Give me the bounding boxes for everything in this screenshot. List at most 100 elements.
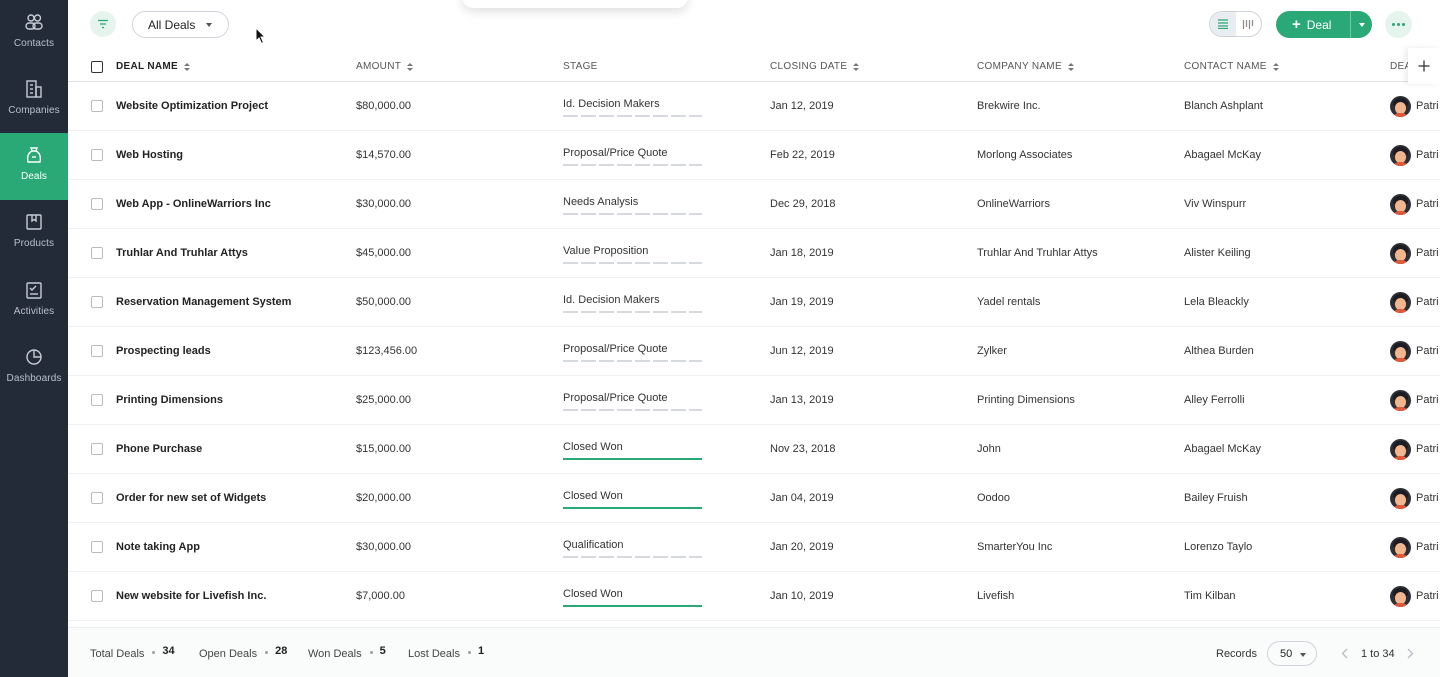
stage-progress-bar — [563, 458, 702, 460]
sidebar-item-dashboards[interactable]: Dashboards — [0, 335, 68, 402]
sidebar-item-companies[interactable]: Companies — [0, 67, 68, 134]
contact-name-link[interactable]: Abagael McKay — [1184, 131, 1261, 179]
row-checkbox[interactable] — [91, 345, 103, 357]
sidebar-item-activities[interactable]: Activities — [0, 268, 68, 335]
closing-date-cell: Jun 12, 2019 — [770, 345, 834, 357]
avatar — [1390, 144, 1411, 166]
row-checkbox[interactable] — [91, 149, 103, 161]
table-row[interactable]: Printing Dimensions $25,000.00 Proposal/Pr… — [68, 376, 1440, 425]
company-name-link[interactable]: Printing Dimensions — [977, 376, 1075, 424]
table-row[interactable]: Web Hosting $14,570.00 Proposal/Price Quot… — [68, 131, 1440, 180]
deal-name-link[interactable]: Prospecting leads — [116, 327, 211, 375]
contact-name-link[interactable]: Abagael McKay — [1184, 425, 1261, 473]
column-header-closing-date[interactable]: CLOSING DATE — [770, 51, 860, 82]
table-row[interactable]: Prospecting leads $123,456.00 Proposal/Pri… — [68, 327, 1440, 376]
table-row[interactable]: Web App - OnlineWarriors Inc $30,000.00 Ne… — [68, 180, 1440, 229]
more-dots-icon — [1397, 23, 1400, 26]
contact-name-link[interactable]: Viv Winspurr — [1184, 180, 1246, 228]
contact-name-link[interactable]: Althea Burden — [1184, 327, 1254, 375]
table-row[interactable]: Truhlar And Truhlar Attys $45,000.00 Value… — [68, 229, 1440, 278]
sidebar-item-label: Companies — [8, 105, 60, 116]
company-name-link[interactable]: Livefish — [977, 572, 1014, 620]
table-row[interactable]: Reservation Management System $50,000.00 I… — [68, 278, 1440, 327]
company-name-link[interactable]: Zylker — [977, 327, 1007, 375]
deal-name-link[interactable]: Printing Dimensions — [116, 376, 223, 424]
contact-name-link[interactable]: Bailey Fruish — [1184, 474, 1248, 522]
row-checkbox[interactable] — [91, 541, 103, 553]
kanban-view-button[interactable] — [1236, 12, 1262, 36]
deal-owner-cell: Patri — [1390, 144, 1439, 166]
closing-date-cell: Jan 12, 2019 — [770, 100, 834, 112]
company-name-link[interactable]: Truhlar And Truhlar Attys — [977, 229, 1098, 277]
company-name-link[interactable]: Oodoo — [977, 474, 1010, 522]
filter-button[interactable] — [90, 11, 116, 37]
company-name-link[interactable]: Morlong Associates — [977, 131, 1072, 179]
deal-name-link[interactable]: New website for Livefish Inc. — [116, 572, 266, 620]
deal-name-link[interactable]: Web App - OnlineWarriors Inc — [116, 180, 271, 228]
avatar — [1390, 438, 1411, 460]
table-row[interactable]: New website for Livefish Inc. $7,000.00 Cl… — [68, 572, 1440, 621]
company-name-link[interactable]: John — [977, 425, 1001, 473]
deal-name-link[interactable]: Reservation Management System — [116, 278, 291, 326]
records-per-page-select[interactable]: 50 — [1267, 641, 1317, 666]
contact-name-link[interactable]: Blanch Ashplant — [1184, 82, 1263, 130]
row-checkbox[interactable] — [91, 590, 103, 602]
previous-page-button[interactable] — [1338, 647, 1350, 659]
table-row[interactable]: Website Optimization Project $80,000.00 Id… — [68, 82, 1440, 131]
list-view-icon — [1217, 19, 1228, 29]
sidebar-item-deals[interactable]: Deals — [0, 133, 68, 200]
stat-total-deals: Total Deals 34 — [90, 645, 175, 660]
contact-name-link[interactable]: Alister Keiling — [1184, 229, 1251, 277]
deal-name-link[interactable]: Phone Purchase — [116, 425, 202, 473]
select-all-checkbox[interactable] — [91, 60, 103, 73]
company-name-link[interactable]: Brekwire Inc. — [977, 82, 1041, 130]
amount-cell: $45,000.00 — [356, 247, 412, 259]
kanban-view-icon — [1243, 19, 1254, 29]
deal-name-link[interactable]: Website Optimization Project — [116, 82, 268, 130]
avatar — [1390, 536, 1411, 558]
row-checkbox[interactable] — [91, 247, 103, 259]
chevron-down-icon — [206, 23, 212, 27]
column-header-company-name[interactable]: COMPANY NAME — [977, 51, 1074, 82]
row-checkbox[interactable] — [91, 443, 103, 455]
contact-name-link[interactable]: Alley Ferrolli — [1184, 376, 1245, 424]
deal-name-link[interactable]: Note taking App — [116, 523, 200, 571]
company-name-link[interactable]: OnlineWarriors — [977, 180, 1050, 228]
table-row[interactable]: Order for new set of Widgets $20,000.00 Cl… — [68, 474, 1440, 523]
company-name-link[interactable]: SmarterYou Inc — [977, 523, 1052, 571]
row-checkbox[interactable] — [91, 394, 103, 406]
row-checkbox[interactable] — [91, 100, 103, 112]
contact-name-link[interactable]: Lorenzo Taylo — [1184, 523, 1252, 571]
sidebar-item-products[interactable]: Products — [0, 200, 68, 267]
dot-separator — [369, 651, 373, 654]
deal-owner-cell: Patri — [1390, 340, 1439, 362]
stage-progress-bar — [563, 115, 702, 117]
next-page-button[interactable] — [1404, 647, 1416, 659]
add-column-button[interactable] — [1408, 48, 1440, 84]
chevron-right-icon — [1407, 648, 1413, 658]
column-header-amount[interactable]: AMOUNT — [356, 51, 414, 82]
deal-name-link[interactable]: Order for new set of Widgets — [116, 474, 266, 522]
deal-owner-cell: Patri — [1390, 438, 1439, 460]
more-options-button[interactable] — [1385, 11, 1412, 38]
column-header-stage[interactable]: STAGE — [563, 51, 598, 82]
sidebar-item-contacts[interactable]: Contacts — [0, 0, 68, 67]
new-deal-dropdown-button[interactable] — [1350, 11, 1372, 38]
row-checkbox[interactable] — [91, 296, 103, 308]
new-deal-button[interactable]: + Deal — [1276, 11, 1350, 38]
column-header-deal-name[interactable]: DEAL NAME — [116, 51, 190, 82]
table-row[interactable]: Note taking App $30,000.00 Qualification Ja… — [68, 523, 1440, 572]
deal-name-link[interactable]: Web Hosting — [116, 131, 183, 179]
contact-name-link[interactable]: Lela Bleackly — [1184, 278, 1249, 326]
view-selector[interactable]: All Deals — [132, 11, 229, 38]
avatar — [1390, 389, 1411, 411]
row-checkbox[interactable] — [91, 198, 103, 210]
column-header-contact-name[interactable]: CONTACT NAME — [1184, 51, 1279, 82]
table-row[interactable]: Phone Purchase $15,000.00 Closed Won Nov 23… — [68, 425, 1440, 474]
row-checkbox[interactable] — [91, 492, 103, 504]
contact-name-link[interactable]: Tim Kilban — [1184, 572, 1236, 620]
list-view-button[interactable] — [1210, 12, 1236, 36]
company-name-link[interactable]: Yadel rentals — [977, 278, 1040, 326]
stat-value: 34 — [162, 645, 175, 657]
deal-name-link[interactable]: Truhlar And Truhlar Attys — [116, 229, 248, 277]
